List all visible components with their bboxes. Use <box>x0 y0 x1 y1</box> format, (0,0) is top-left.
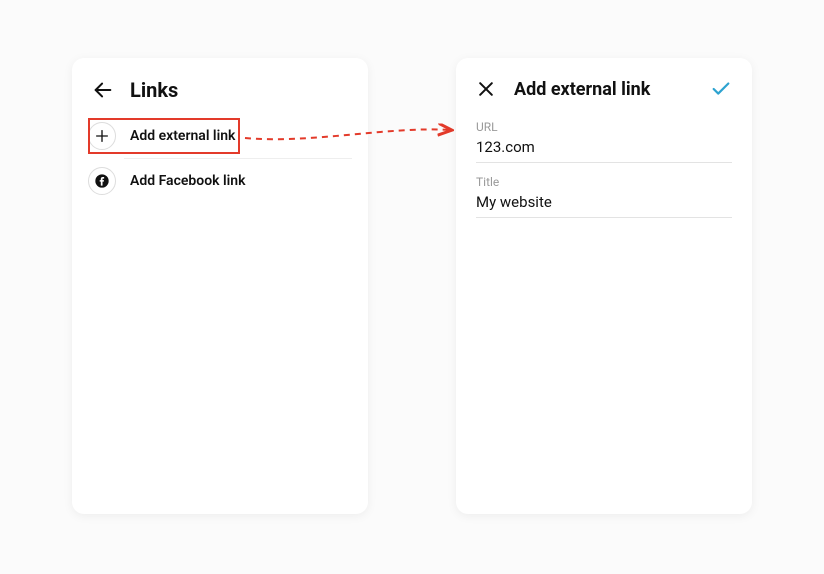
confirm-check-icon[interactable] <box>710 78 732 100</box>
add-external-link-label: Add external link <box>130 128 235 144</box>
add-external-link-panel: Add external link URL Title <box>456 58 752 514</box>
close-icon[interactable] <box>476 79 496 99</box>
back-arrow-icon[interactable] <box>92 79 114 101</box>
links-title: Links <box>130 78 178 102</box>
title-label: Title <box>476 175 732 189</box>
modal-header: Add external link <box>456 58 752 116</box>
plus-icon <box>88 122 116 150</box>
add-facebook-link-label: Add Facebook link <box>130 173 245 189</box>
title-input[interactable] <box>476 189 732 218</box>
add-facebook-link-row[interactable]: Add Facebook link <box>72 159 368 203</box>
modal-title: Add external link <box>514 79 710 100</box>
facebook-icon <box>88 167 116 195</box>
url-label: URL <box>476 120 732 134</box>
title-field: Title <box>456 171 752 218</box>
add-external-link-row[interactable]: Add external link <box>72 114 368 158</box>
links-header: Links <box>72 58 368 114</box>
url-field: URL <box>456 116 752 163</box>
url-input[interactable] <box>476 134 732 163</box>
links-panel: Links Add external link Add Facebook lin… <box>72 58 368 514</box>
